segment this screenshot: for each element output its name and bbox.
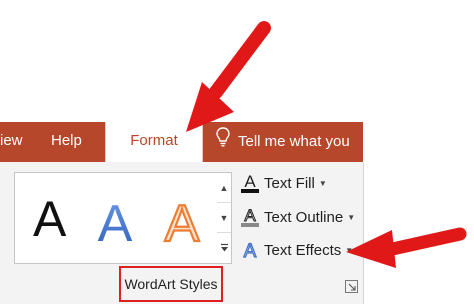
text-outline-label: Text Outline	[264, 208, 344, 226]
text-effects-label: Text Effects	[264, 241, 342, 259]
wordart-letter-blue: A	[98, 195, 133, 249]
svg-text:A: A	[244, 241, 257, 261]
group-label-wordart-styles: WordArt Styles	[119, 266, 223, 302]
text-fill-icon: A	[240, 172, 260, 194]
group-label-text: WordArt Styles	[124, 276, 218, 292]
gallery-scroll-down-icon[interactable]: ▼	[217, 203, 231, 233]
red-arrow-text-effects	[340, 222, 470, 282]
text-effects-button[interactable]: A Text Effects ▼	[240, 237, 353, 263]
wordart-style-blue[interactable]: A	[95, 193, 135, 253]
text-outline-icon: A	[240, 206, 260, 228]
text-effects-icon: A	[240, 239, 260, 262]
text-outline-button[interactable]: A Text Outline ▼	[240, 204, 355, 230]
svg-text:A: A	[244, 172, 256, 191]
chevron-down-icon: ▼	[318, 178, 327, 188]
tab-help[interactable]: Help	[51, 122, 82, 162]
gallery-scrollbar: ▲ ▼	[217, 172, 232, 264]
wordart-style-black[interactable]: A	[33, 193, 66, 245]
gallery-more-icon[interactable]	[217, 233, 231, 262]
wordart-letter-orange: A	[165, 195, 200, 249]
wordart-style-orange-outline[interactable]: A	[160, 193, 204, 254]
svg-text:A: A	[244, 206, 256, 225]
gallery-scroll-up-icon[interactable]: ▲	[217, 173, 231, 203]
text-fill-label: Text Fill	[264, 174, 315, 192]
red-arrow-format	[172, 20, 282, 140]
wordart-gallery: A A A	[14, 172, 232, 264]
text-fill-button[interactable]: A Text Fill ▼	[240, 170, 327, 196]
chevron-down-icon: ▼	[347, 212, 356, 222]
tab-view[interactable]: iew	[0, 122, 23, 162]
